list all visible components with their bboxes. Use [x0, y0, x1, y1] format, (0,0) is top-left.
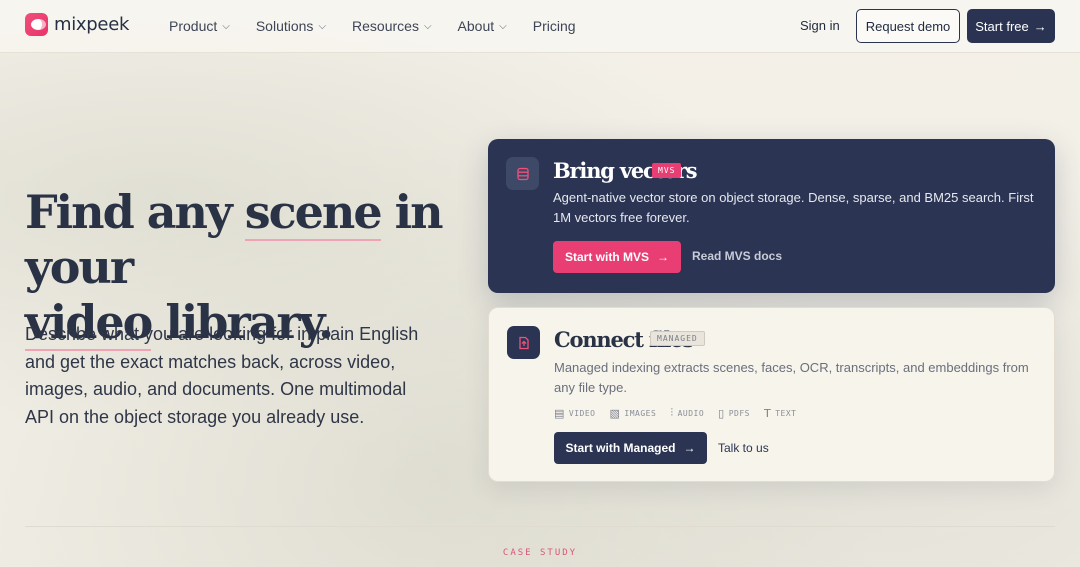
logo-icon — [25, 13, 48, 36]
text-icon: T — [763, 406, 772, 420]
mvs-badge: MVS — [652, 163, 682, 178]
filetype-images: ▧ IMAGES — [610, 406, 657, 420]
top-navigation: mixpeek Product ⌵ Solutions ⌵ Resources … — [0, 0, 1080, 53]
mvs-card: Bring vectors MVS Agent-native vector st… — [488, 139, 1055, 293]
read-mvs-docs-link[interactable]: Read MVS docs — [692, 249, 782, 263]
arrow-right-icon: → — [1033, 18, 1047, 34]
filetype-label: IMAGES — [624, 408, 657, 418]
start-free-label: Start free — [975, 18, 1029, 34]
nav-item-solutions[interactable]: Solutions ⌵ — [256, 18, 326, 34]
brand-name: mixpeek — [54, 14, 130, 35]
card-description: Managed indexing extracts scenes, faces,… — [554, 360, 1029, 395]
hero-title-part: Find any — [25, 185, 245, 239]
button-label: Start with Managed — [565, 441, 676, 455]
talk-to-us-link[interactable]: Talk to us — [718, 441, 769, 455]
chevron-down-icon: ⌵ — [318, 20, 327, 32]
start-with-mvs-button[interactable]: Start with MVS → — [553, 241, 681, 273]
brand-logo[interactable]: mixpeek — [25, 13, 129, 36]
filetype-label: AUDIO — [677, 408, 705, 418]
managed-badge: MANAGED — [650, 331, 705, 346]
filetype-label: PDFS — [728, 408, 750, 418]
nav-item-pricing[interactable]: Pricing — [533, 18, 576, 34]
managed-card: Connect files MANAGED Managed indexing e… — [488, 307, 1055, 482]
chevron-down-icon: ⌵ — [222, 20, 230, 32]
nav-item-resources[interactable]: Resources ⌵ — [352, 18, 432, 34]
filetype-text: T TEXT — [764, 406, 797, 420]
start-with-managed-button[interactable]: Start with Managed → — [554, 432, 707, 464]
arrow-right-icon: → — [683, 441, 696, 455]
nav-item-label: Resources — [352, 18, 419, 34]
chevron-down-icon: ⌵ — [423, 20, 432, 32]
request-demo-button[interactable]: Request demo — [856, 9, 960, 43]
section-divider — [25, 526, 1055, 527]
hero-description: Describe what you are looking for in pla… — [25, 324, 419, 427]
main-menu: Product ⌵ Solutions ⌵ Resources ⌵ About … — [169, 18, 576, 34]
nav-item-about[interactable]: About ⌵ — [458, 18, 507, 34]
case-study-label: CASE STUDY — [502, 548, 578, 558]
database-icon — [506, 157, 539, 190]
filetype-label: VIDEO — [568, 408, 596, 418]
filetype-pdfs: ▯ PDFS — [718, 406, 750, 420]
sign-in-link[interactable]: Sign in — [800, 18, 840, 33]
button-label: Start with MVS — [564, 250, 649, 264]
arrow-right-icon: → — [657, 250, 669, 264]
film-icon: ▤ — [554, 406, 565, 420]
nav-item-label: Solutions — [255, 18, 314, 34]
nav-item-label: Product — [169, 18, 218, 34]
filetype-label: TEXT — [775, 408, 797, 418]
hero-title-highlight: scene — [244, 185, 383, 241]
filetype-video: ▤ VIDEO — [554, 406, 596, 420]
waveform-icon: ⫶ — [670, 406, 674, 419]
chevron-down-icon: ⌵ — [499, 20, 507, 32]
supported-filetypes: ▤ VIDEO ▧ IMAGES ⫶ AUDIO ▯ PDFS T TEXT — [554, 406, 796, 420]
image-icon: ▧ — [609, 406, 621, 420]
nav-item-label: Pricing — [532, 18, 576, 34]
file-upload-icon — [507, 326, 540, 359]
start-free-button[interactable]: Start free → — [967, 9, 1055, 43]
nav-item-label: About — [457, 18, 495, 34]
document-icon: ▯ — [718, 406, 725, 420]
nav-item-product[interactable]: Product ⌵ — [169, 18, 230, 34]
card-description: Agent-native vector store on object stor… — [553, 190, 1034, 225]
filetype-audio: ⫶ AUDIO — [670, 406, 704, 420]
